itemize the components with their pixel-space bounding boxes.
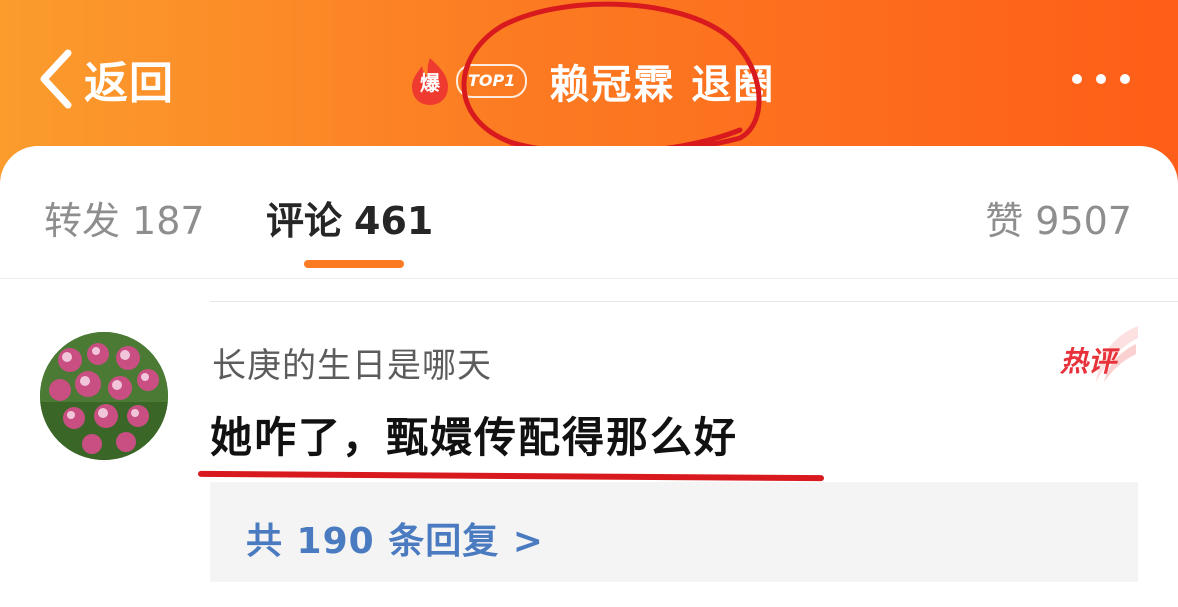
- replies-box: 共 190 条回复 >: [210, 482, 1138, 582]
- tab-comment[interactable]: 评论 461: [266, 190, 433, 245]
- topic-title-bar: 爆 TOP1 赖冠霖 退圈: [408, 54, 775, 108]
- tab-comment-count: 461: [354, 199, 434, 243]
- active-tab-indicator: [304, 260, 404, 268]
- hot-comment-label: 热评: [1060, 345, 1117, 378]
- dot: [1120, 74, 1130, 84]
- divider: [210, 301, 1178, 302]
- tab-repost[interactable]: 转发 187: [44, 190, 205, 245]
- rank-pill: TOP1: [456, 64, 528, 98]
- tab-like-count: 9507: [1035, 199, 1132, 243]
- flower-avatar-image: [40, 332, 168, 460]
- back-label: 返回: [84, 58, 174, 109]
- comment-username[interactable]: 长庚的生日是哪天: [212, 338, 492, 387]
- view-replies-link[interactable]: 共 190 条回复 >: [246, 512, 544, 564]
- more-dots-icon[interactable]: [1072, 74, 1130, 84]
- annotation-underline: [197, 470, 825, 482]
- tab-bar: 转发 187 评论 461 赞 9507: [0, 146, 1178, 279]
- comments-card: 转发 187 评论 461 赞 9507 长庚的生日是哪天 热评 她咋了，甄嬛传…: [0, 146, 1178, 607]
- hot-comment-tag: 热评: [1060, 324, 1140, 384]
- tab-like[interactable]: 赞 9507: [985, 190, 1132, 245]
- comment-text: 她咋了，甄嬛传配得那么好: [210, 413, 739, 462]
- page-title: 赖冠霖 退圈: [549, 62, 776, 108]
- tab-repost-label: 转发: [44, 199, 121, 243]
- dot: [1072, 74, 1082, 84]
- tab-comment-label: 评论: [266, 199, 343, 243]
- back-button[interactable]: 返回: [36, 44, 174, 114]
- dot: [1096, 74, 1106, 84]
- tab-repost-count: 187: [132, 199, 205, 243]
- hot-badge-label: 爆: [420, 71, 440, 95]
- chevron-left-icon: [40, 49, 72, 109]
- avatar[interactable]: [40, 332, 168, 460]
- tab-like-label: 赞: [985, 199, 1024, 243]
- hot-flame-badge: 爆: [408, 56, 452, 106]
